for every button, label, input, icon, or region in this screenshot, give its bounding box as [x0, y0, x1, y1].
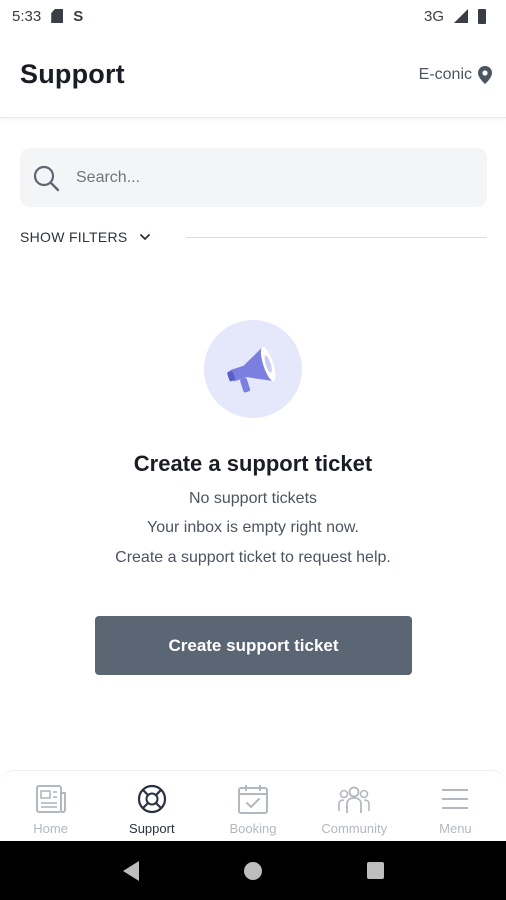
location-selector[interactable]: E-conic	[418, 65, 492, 84]
status-left: 5:33 S	[12, 8, 83, 25]
bottom-nav: Home Support Booking Community Menu	[0, 770, 506, 841]
empty-state-line-1: No support tickets	[188, 490, 318, 507]
menu-icon	[442, 789, 469, 809]
nav-item-community[interactable]: Community	[304, 771, 405, 841]
nav-label-community: Community	[321, 821, 388, 836]
battery-icon	[478, 8, 486, 24]
empty-state-line-3: Create a support ticket to request help.	[115, 549, 391, 566]
show-filters-toggle[interactable]: SHOW FILTERS	[20, 229, 152, 245]
nav-label-support: Support	[129, 821, 175, 836]
people-icon	[338, 786, 371, 813]
search-icon	[33, 165, 60, 191]
news-icon	[35, 785, 66, 813]
filters-divider	[185, 236, 487, 238]
signal-icon	[454, 9, 468, 23]
sync-icon: S	[73, 7, 84, 25]
empty-state-illustration	[204, 320, 302, 418]
location-pin-icon	[478, 65, 492, 84]
nav-label-home: Home	[33, 821, 68, 836]
nav-item-home[interactable]: Home	[0, 771, 101, 841]
location-name: E-conic	[418, 65, 472, 83]
show-filters-label: SHOW FILTERS	[20, 229, 128, 245]
app-header: Support E-conic	[0, 32, 506, 118]
lifebuoy-icon	[137, 784, 166, 814]
create-support-ticket-button[interactable]: Create support ticket	[95, 616, 412, 675]
megaphone-icon	[227, 346, 276, 393]
nav-label-booking: Booking	[229, 821, 277, 836]
status-time: 5:33	[12, 7, 42, 25]
nav-label-menu: Menu	[439, 821, 472, 836]
nav-item-booking[interactable]: Booking	[202, 771, 303, 841]
page-title: Support	[20, 59, 125, 89]
network-type: 3G	[423, 7, 444, 25]
sd-card-icon	[51, 9, 64, 23]
nav-item-support[interactable]: Support	[101, 771, 202, 841]
empty-state-title: Create a support ticket	[133, 451, 373, 476]
system-nav-bar	[0, 841, 506, 900]
empty-state-line-2: Your inbox is empty right now.	[147, 519, 359, 536]
search-input[interactable]	[76, 168, 436, 187]
recent-apps-icon[interactable]	[366, 862, 384, 879]
status-bar: 5:33 S 3G	[0, 0, 506, 32]
nav-item-menu[interactable]: Menu	[405, 771, 506, 841]
search-box[interactable]	[20, 148, 487, 207]
calendar-icon	[238, 785, 268, 814]
home-icon[interactable]	[243, 861, 262, 880]
back-icon[interactable]	[122, 860, 139, 881]
filters-row: SHOW FILTERS	[20, 226, 487, 248]
status-right: 3G	[424, 8, 486, 25]
chevron-down-icon	[139, 234, 150, 240]
